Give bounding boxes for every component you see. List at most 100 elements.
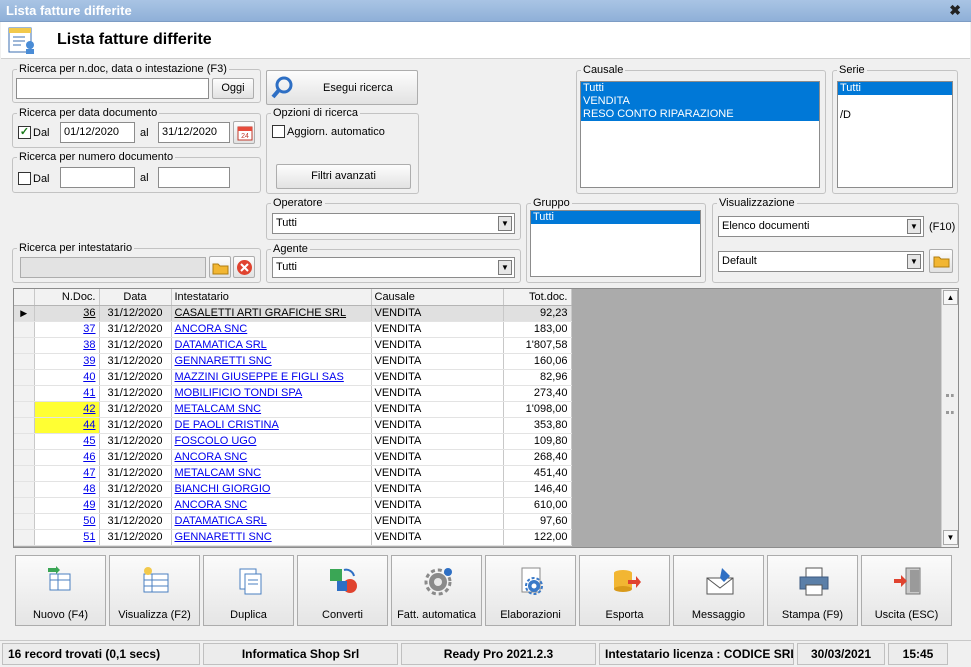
doc-number-link[interactable]: 50 (34, 513, 100, 530)
table-row[interactable]: 49 31/12/2020 ANCORA SNC VENDITA 610,00 (14, 497, 572, 514)
customer-link[interactable]: FOSCOLO UGO (171, 433, 372, 450)
toolbar-button[interactable]: Nuovo (F4) (15, 555, 106, 626)
layout-folder-button[interactable] (929, 249, 953, 273)
toolbar-button[interactable]: Duplica (203, 555, 294, 626)
agente-select[interactable]: Tutti ▼ (272, 257, 515, 278)
table-row[interactable]: 38 31/12/2020 DATAMATICA SRL VENDITA 1'807,5… (14, 337, 572, 354)
doc-number-link[interactable]: 42 (34, 401, 100, 418)
toolbar-button[interactable]: Messaggio (673, 555, 764, 626)
run-search-button[interactable]: Esegui ricerca (266, 70, 418, 105)
chevron-down-icon[interactable]: ▼ (498, 260, 512, 275)
number-dal-checkbox[interactable]: ✓ (18, 172, 31, 185)
search-input[interactable] (16, 78, 209, 99)
doc-number-link[interactable]: 49 (34, 497, 100, 514)
causale-item[interactable]: VENDITA (581, 95, 819, 108)
scroll-down-icon[interactable]: ▼ (943, 530, 958, 545)
table-row[interactable]: 44 31/12/2020 DE PAOLI CRISTINA VENDITA 353,… (14, 417, 572, 434)
customer-link[interactable]: ANCORA SNC (171, 449, 372, 466)
layout-select[interactable]: Default ▼ (718, 251, 924, 272)
toolbar-button[interactable]: Converti (297, 555, 388, 626)
calendar-button[interactable]: 24 (233, 121, 255, 144)
column-header[interactable]: Tot.doc. (503, 289, 572, 306)
column-header[interactable]: Intestatario (171, 289, 372, 306)
table-row[interactable]: 48 31/12/2020 BIANCHI GIORGIO VENDITA 146,40 (14, 481, 572, 498)
toolbar-button[interactable]: Fatt. automatica (391, 555, 482, 626)
serie-item[interactable]: /D (838, 109, 952, 122)
gruppo-item[interactable]: Tutti (531, 211, 700, 224)
toolbar-button[interactable]: Visualizza (F2) (109, 555, 200, 626)
operatore-select[interactable]: Tutti ▼ (272, 213, 515, 234)
doc-causale: VENDITA (371, 465, 504, 482)
table-row[interactable]: 37 31/12/2020 ANCORA SNC VENDITA 183,00 (14, 321, 572, 338)
toolbar-button[interactable]: Uscita (ESC) (861, 555, 952, 626)
chevron-down-icon[interactable]: ▼ (907, 219, 921, 234)
date-from-field[interactable]: 01/12/2020 (60, 122, 135, 143)
toolbar-button[interactable]: Stampa (F9) (767, 555, 858, 626)
table-row[interactable]: 39 31/12/2020 GENNARETTI SNC VENDITA 160,06 (14, 353, 572, 370)
doc-number-link[interactable]: 40 (34, 369, 100, 386)
customer-link[interactable]: ANCORA SNC (171, 497, 372, 514)
customer-link[interactable]: CASALETTI ARTI GRAFICHE SRL (171, 305, 372, 322)
grid-scrollbar[interactable]: ▲ ▼ (941, 289, 958, 547)
doc-number-link[interactable]: 51 (34, 529, 100, 546)
table-row[interactable]: 45 31/12/2020 FOSCOLO UGO VENDITA 109,80 (14, 433, 572, 450)
doc-number-link[interactable]: 36 (34, 305, 100, 322)
date-dal-checkbox[interactable]: ✓ (18, 126, 31, 139)
number-from-field[interactable] (60, 167, 135, 188)
table-row[interactable]: 40 31/12/2020 MAZZINI GIUSEPPE E FIGLI SAS… (14, 369, 572, 386)
view-mode-select[interactable]: Elenco documenti ▼ (718, 216, 924, 237)
table-row[interactable]: 46 31/12/2020 ANCORA SNC VENDITA 268,40 (14, 449, 572, 466)
customer-link[interactable]: BIANCHI GIORGIO (171, 481, 372, 498)
close-icon[interactable]: ✖ (949, 2, 961, 19)
customer-link[interactable]: MAZZINI GIUSEPPE E FIGLI SAS (171, 369, 372, 386)
today-button[interactable]: Oggi (212, 78, 254, 99)
chevron-down-icon[interactable]: ▼ (498, 216, 512, 231)
doc-number-link[interactable]: 37 (34, 321, 100, 338)
doc-number-link[interactable]: 45 (34, 433, 100, 450)
table-row[interactable]: 51 31/12/2020 GENNARETTI SNC VENDITA 122,00 (14, 529, 572, 546)
chevron-down-icon[interactable]: ▼ (907, 254, 921, 269)
gruppo-list[interactable]: Tutti (530, 210, 701, 277)
serie-item[interactable]: Tutti (838, 82, 952, 95)
scroll-grip[interactable] (946, 394, 954, 414)
intestatario-browse-button[interactable] (209, 256, 231, 278)
customer-link[interactable]: GENNARETTI SNC (171, 529, 372, 546)
table-row[interactable]: 42 31/12/2020 METALCAM SNC VENDITA 1'098,00 (14, 401, 572, 418)
customer-link[interactable]: DE PAOLI CRISTINA (171, 417, 372, 434)
intestatario-field[interactable] (20, 257, 206, 278)
table-row[interactable]: ▶ 36 31/12/2020 CASALETTI ARTI GRAFICHE SRL… (14, 305, 572, 322)
advanced-filters-button[interactable]: Filtri avanzati (276, 164, 411, 189)
documents-grid[interactable]: N.Doc. Data Intestatario Causale Tot.doc… (13, 288, 959, 548)
customer-link[interactable]: DATAMATICA SRL (171, 513, 372, 530)
doc-number-link[interactable]: 48 (34, 481, 100, 498)
date-to-field[interactable]: 31/12/2020 (158, 122, 230, 143)
toolbar-button[interactable]: Esporta (579, 555, 670, 626)
number-to-field[interactable] (158, 167, 230, 188)
column-header[interactable]: Causale (371, 289, 504, 306)
customer-link[interactable]: ANCORA SNC (171, 321, 372, 338)
customer-link[interactable]: DATAMATICA SRL (171, 337, 372, 354)
auto-update-checkbox[interactable]: ✓ (272, 125, 285, 138)
doc-number-link[interactable]: 46 (34, 449, 100, 466)
table-row[interactable]: 50 31/12/2020 DATAMATICA SRL VENDITA 97,60 (14, 513, 572, 530)
customer-link[interactable]: METALCAM SNC (171, 465, 372, 482)
doc-number-link[interactable]: 44 (34, 417, 100, 434)
serie-list[interactable]: Tutti /D (837, 81, 953, 188)
doc-number-link[interactable]: 41 (34, 385, 100, 402)
causale-item[interactable]: RESO CONTO RIPARAZIONE (581, 108, 819, 121)
doc-number-link[interactable]: 38 (34, 337, 100, 354)
table-row[interactable]: 47 31/12/2020 METALCAM SNC VENDITA 451,40 (14, 465, 572, 482)
table-row[interactable]: 41 31/12/2020 MOBILIFICIO TONDI SPA VENDITA… (14, 385, 572, 402)
customer-link[interactable]: METALCAM SNC (171, 401, 372, 418)
column-header[interactable]: Data (99, 289, 172, 306)
doc-number-link[interactable]: 47 (34, 465, 100, 482)
toolbar-button[interactable]: Elaborazioni (485, 555, 576, 626)
causale-item[interactable]: Tutti (581, 82, 819, 95)
customer-link[interactable]: GENNARETTI SNC (171, 353, 372, 370)
causale-list[interactable]: Tutti VENDITA RESO CONTO RIPARAZIONE (580, 81, 820, 188)
column-header[interactable]: N.Doc. (34, 289, 100, 306)
intestatario-clear-button[interactable] (233, 256, 255, 278)
doc-number-link[interactable]: 39 (34, 353, 100, 370)
scroll-up-icon[interactable]: ▲ (943, 290, 958, 305)
customer-link[interactable]: MOBILIFICIO TONDI SPA (171, 385, 372, 402)
